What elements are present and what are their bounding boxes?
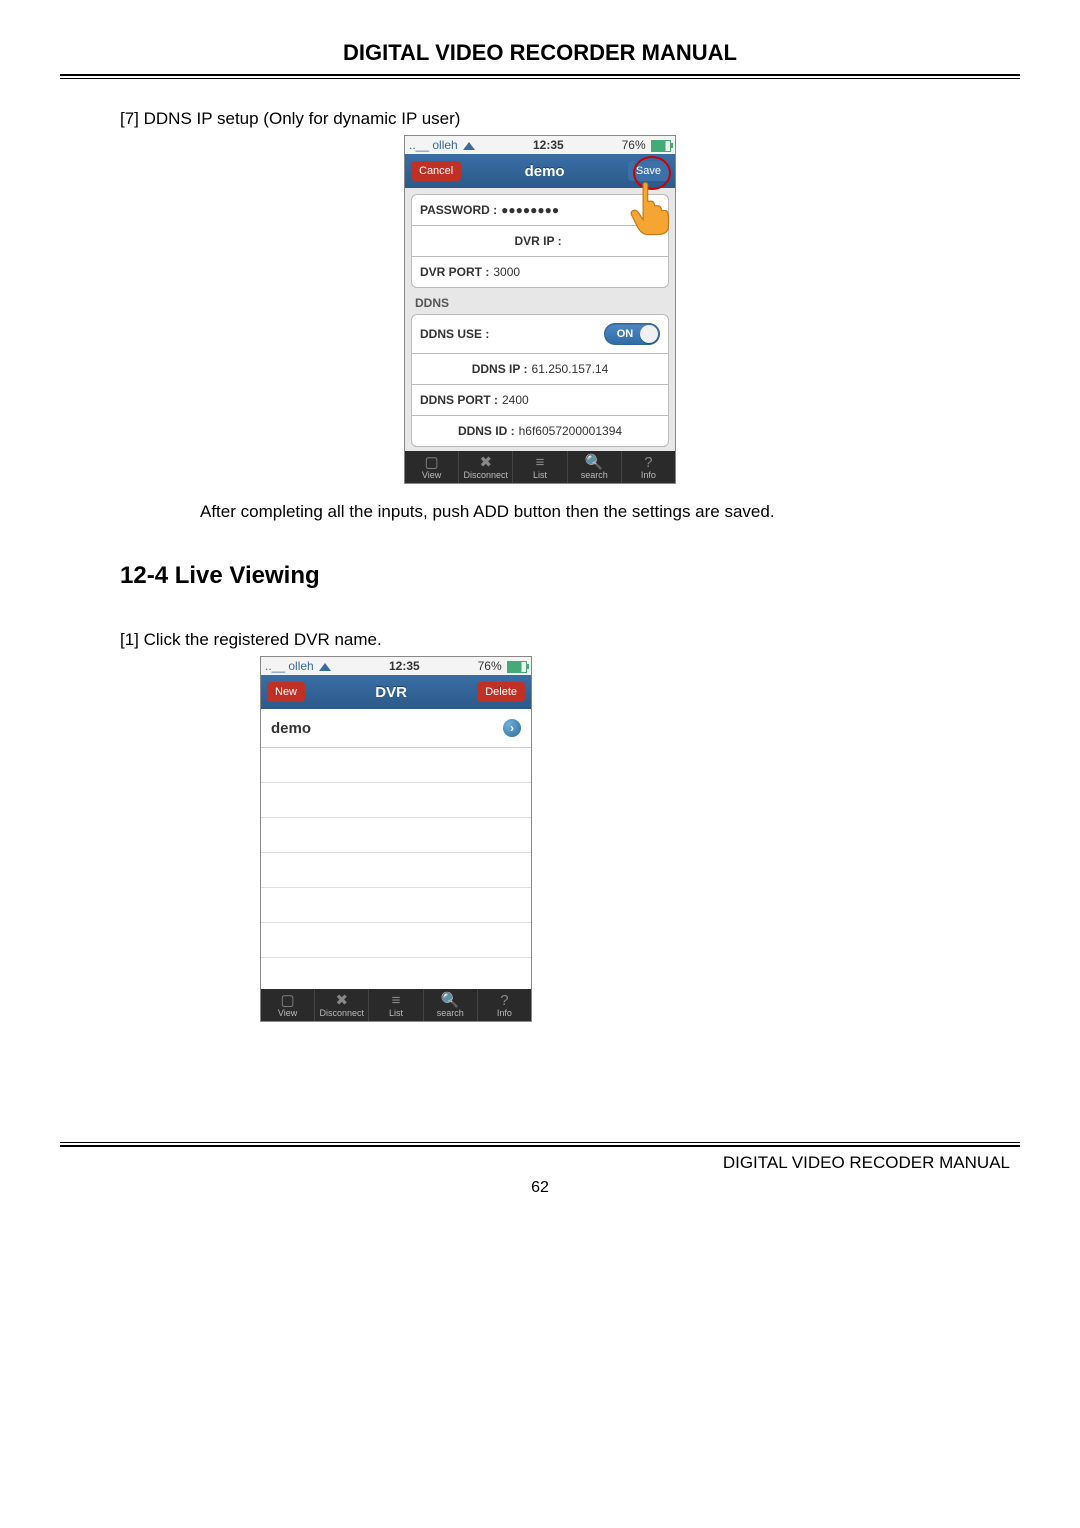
bottom-toolbar: ▢ View ✖ Disconnect ≡ List 🔍 search ? In… [405, 451, 675, 483]
status-time: 12:35 [533, 138, 564, 152]
dvr-port-label: DVR PORT : [420, 265, 489, 279]
ddns-id-row[interactable]: DDNS ID : h6f6057200001394 [411, 415, 669, 447]
status-time: 12:35 [389, 659, 420, 673]
footer-text: DIGITAL VIDEO RECODER MANUAL [60, 1149, 1020, 1173]
wifi-icon [463, 142, 475, 150]
list-icon: ≡ [513, 455, 566, 470]
phone-screenshot-dvrlist: ..__ olleh 12:35 76% New DVR Delete demo… [260, 656, 532, 1022]
battery-icon [507, 661, 527, 673]
pointer-hand-icon [627, 178, 673, 236]
dvr-port-row[interactable]: DVR PORT : 3000 [411, 256, 669, 288]
toolbar-info[interactable]: ? Info [478, 989, 531, 1021]
after-instruction: After completing all the inputs, push AD… [200, 502, 1020, 522]
password-label: PASSWORD : [420, 203, 497, 217]
ddns-id-value: h6f6057200001394 [519, 424, 622, 438]
monitor-icon: ▢ [405, 455, 458, 470]
toolbar-search[interactable]: 🔍 search [424, 989, 478, 1021]
search-icon: 🔍 [568, 455, 621, 470]
ddns-port-row[interactable]: DDNS PORT : 2400 [411, 384, 669, 415]
toolbar-view[interactable]: ▢ View [405, 451, 459, 483]
help-icon: ? [478, 993, 531, 1008]
cancel-button[interactable]: Cancel [411, 161, 461, 181]
toolbar-disconnect[interactable]: ✖ Disconnect [459, 451, 513, 483]
ddns-port-label: DDNS PORT : [420, 393, 498, 407]
wifi-icon [319, 663, 331, 671]
chevron-right-icon: › [503, 719, 521, 737]
toolbar-list[interactable]: ≡ List [513, 451, 567, 483]
dvr-port-value: 3000 [493, 265, 520, 279]
ddns-use-value: ON [617, 328, 634, 340]
list-item [261, 818, 531, 853]
phone-screenshot-ddns: ..__ olleh 12:35 76% Cancel demo Save PA… [404, 135, 676, 484]
toolbar-search[interactable]: 🔍 search [568, 451, 622, 483]
list-item [261, 783, 531, 818]
toolbar-disconnect[interactable]: ✖ Disconnect [315, 989, 369, 1021]
step-1-text: [1] Click the registered DVR name. [120, 630, 1020, 650]
toolbar-list[interactable]: ≡ List [369, 989, 423, 1021]
new-button[interactable]: New [267, 682, 305, 702]
ddns-use-toggle[interactable]: ON [604, 323, 660, 345]
status-bar: ..__ olleh 12:35 76% [261, 657, 531, 675]
step-7-text: [7] DDNS IP setup (Only for dynamic IP u… [120, 109, 1020, 129]
status-bar: ..__ olleh 12:35 76% [405, 136, 675, 154]
list-icon: ≡ [369, 993, 422, 1008]
toolbar-info[interactable]: ? Info [622, 451, 675, 483]
ddns-use-row[interactable]: DDNS USE : ON [411, 314, 669, 353]
battery-label: 76% [622, 138, 646, 152]
toolbar-view[interactable]: ▢ View [261, 989, 315, 1021]
search-icon: 🔍 [424, 993, 477, 1008]
list-item [261, 923, 531, 958]
ddns-id-label: DDNS ID : [458, 424, 515, 438]
ddns-ip-value: 61.250.157.14 [532, 362, 609, 376]
help-icon: ? [622, 455, 675, 470]
divider [60, 74, 1020, 76]
battery-label: 76% [478, 659, 502, 673]
dvr-item-label: demo [271, 720, 311, 737]
dvr-list-item[interactable]: demo › [261, 709, 531, 748]
carrier-label: ..__ olleh [265, 659, 314, 673]
bottom-toolbar: ▢ View ✖ Disconnect ≡ List 🔍 search ? In… [261, 989, 531, 1021]
screen-title: DVR [305, 684, 477, 701]
disconnect-icon: ✖ [315, 993, 368, 1008]
ddns-section-label: DDNS [411, 288, 669, 314]
delete-button[interactable]: Delete [477, 682, 525, 702]
ddns-ip-label: DDNS IP : [472, 362, 528, 376]
dvr-ip-label: DVR IP : [514, 234, 561, 248]
disconnect-icon: ✖ [459, 455, 512, 470]
battery-icon [651, 140, 671, 152]
page-number: 62 [60, 1179, 1020, 1197]
monitor-icon: ▢ [261, 993, 314, 1008]
screen-title: demo [461, 163, 628, 180]
app-header: New DVR Delete [261, 675, 531, 709]
ddns-use-label: DDNS USE : [420, 327, 489, 341]
carrier-label: ..__ olleh [409, 138, 458, 152]
divider-thin [60, 78, 1020, 79]
password-value: ●●●●●●●● [501, 203, 559, 217]
list-item [261, 888, 531, 923]
page-title: DIGITAL VIDEO RECORDER MANUAL [60, 40, 1020, 66]
list-item [261, 748, 531, 783]
dvr-list: demo › [261, 709, 531, 989]
ddns-ip-row[interactable]: DDNS IP : 61.250.157.14 [411, 353, 669, 384]
section-heading: 12-4 Live Viewing [120, 562, 1020, 590]
ddns-port-value: 2400 [502, 393, 529, 407]
divider [60, 1145, 1020, 1147]
list-item [261, 853, 531, 888]
divider-thin [60, 1142, 1020, 1143]
